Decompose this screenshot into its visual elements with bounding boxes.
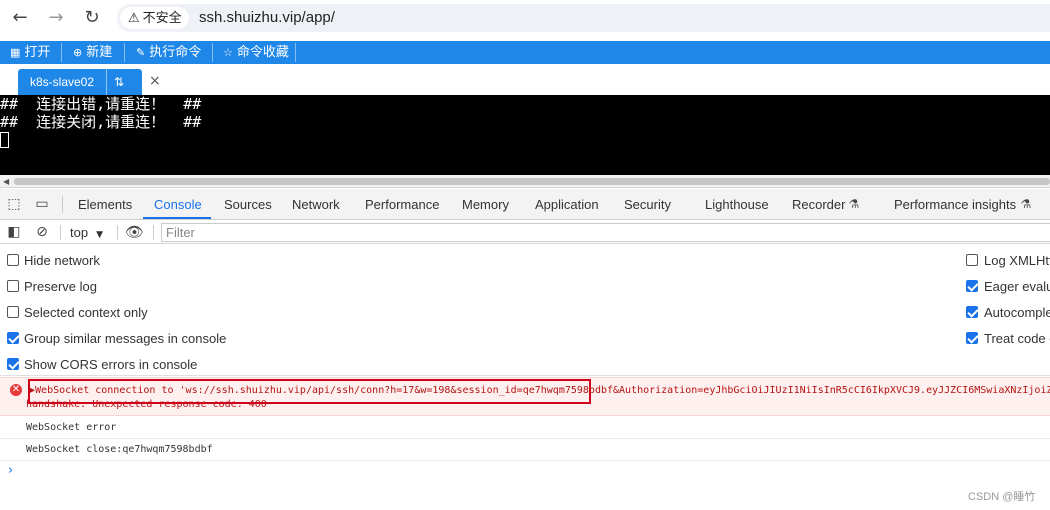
console-prompt-icon[interactable]: ›: [8, 463, 13, 478]
grid-icon: ▦: [10, 46, 21, 59]
dropdown-arrow-icon: ▼: [96, 230, 103, 240]
execute-command-button[interactable]: ✎ 执行命令: [136, 41, 201, 64]
tab-performance[interactable]: Performance: [365, 189, 439, 219]
sort-icon[interactable]: ⇅: [114, 69, 124, 95]
app-toolbar: ▦ 打开 ⊕ 新建 ✎ 执行命令 ☆ 命令收藏: [0, 41, 1050, 64]
watermark: CSDN @睡竹: [968, 491, 1036, 503]
setting-label: Hide network: [24, 253, 100, 268]
tab-console[interactable]: Console: [154, 189, 202, 219]
address-bar[interactable]: ⚠ 不安全 ssh.shuizhu.vip/app/: [117, 4, 1050, 32]
context-selector[interactable]: top ▼: [70, 221, 103, 247]
back-icon[interactable]: ←: [8, 6, 32, 30]
tab-network[interactable]: Network: [292, 189, 340, 219]
browser-toolbar: ← → ↻ ⚠ 不安全 ssh.shuizhu.vip/app/: [0, 0, 1050, 36]
toolbar-divider: [295, 43, 296, 62]
toolbar-divider: [60, 225, 61, 240]
eye-icon[interactable]: 👁: [125, 223, 144, 241]
highlight-box: [28, 379, 591, 404]
security-label: 不安全: [142, 10, 182, 25]
tab-memory[interactable]: Memory: [462, 189, 509, 219]
device-toolbar-icon[interactable]: ▭: [33, 195, 51, 213]
flask-icon: ⚗: [848, 197, 860, 211]
flask-icon: ⚗: [1020, 197, 1032, 211]
setting-label: Log XMLHtt: [984, 253, 1050, 268]
execute-label: 执行命令: [149, 45, 202, 60]
new-label: 新建: [86, 45, 113, 60]
tab-recorder[interactable]: Recorder: [792, 189, 845, 219]
setting-checkbox[interactable]: [966, 280, 978, 292]
console-toolbar: ◧ ⊘ top ▼ 👁 Filter: [0, 221, 1050, 244]
setting-label: Eager evalu: [984, 279, 1050, 294]
tab-divider: [62, 196, 63, 213]
tab-divider: [106, 69, 107, 95]
forward-icon[interactable]: →: [44, 6, 68, 30]
tab-elements[interactable]: Elements: [78, 189, 132, 219]
setting-label: Show CORS errors in console: [24, 357, 198, 372]
terminal-tab[interactable]: k8s-slave02 ⇅: [18, 69, 142, 95]
setting-checkbox[interactable]: [7, 332, 19, 344]
tab-sources[interactable]: Sources: [224, 189, 272, 219]
clear-console-icon[interactable]: ⊘: [33, 223, 51, 241]
setting-checkbox[interactable]: [966, 306, 978, 318]
terminal-tab-bar: k8s-slave02 ⇅ ×: [0, 64, 1050, 95]
toolbar-divider: [124, 43, 125, 62]
favorites-label: 命令收藏: [236, 45, 289, 60]
new-button[interactable]: ⊕ 新建: [73, 41, 112, 64]
setting-checkbox[interactable]: [7, 280, 19, 292]
setting-checkbox[interactable]: [7, 306, 19, 318]
scroll-left-icon[interactable]: ◀: [3, 175, 9, 188]
toolbar-divider: [212, 43, 213, 62]
tab-performance-insights[interactable]: Performance insights: [894, 189, 1016, 219]
edit-icon: ✎: [136, 46, 146, 59]
setting-checkbox[interactable]: [7, 254, 19, 266]
scrollbar-thumb[interactable]: [14, 178, 1050, 185]
inspect-element-icon[interactable]: ⬚: [5, 195, 23, 213]
star-icon: ☆: [223, 46, 233, 59]
horizontal-scrollbar[interactable]: ◀: [0, 175, 1050, 188]
tab-security[interactable]: Security: [624, 189, 671, 219]
open-label: 打开: [24, 45, 51, 60]
console-settings: Hide network Preserve log Selected context…: [0, 245, 1050, 376]
terminal-cursor: [0, 132, 9, 148]
filter-input[interactable]: Filter: [161, 223, 1050, 242]
log-text: WebSocket close:qe7hwqm7598bdbf: [26, 444, 213, 455]
setting-label: Treat code e: [984, 331, 1050, 346]
terminal-screen[interactable]: ## 连接出错,请重连！ ## ## 连接关闭,请重连！ ##: [0, 95, 1050, 175]
toolbar-divider: [153, 225, 154, 240]
setting-checkbox[interactable]: [7, 358, 19, 370]
setting-checkbox[interactable]: [966, 254, 978, 266]
terminal-line: ## 连接出错,请重连！ ##: [0, 95, 202, 113]
setting-label: Autocomple: [984, 305, 1050, 320]
console-error-message: ✕ ▶WebSocket connection to 'ws://ssh.shu…: [0, 377, 1050, 416]
toolbar-divider: [61, 43, 62, 62]
setting-label: Group similar messages in console: [24, 331, 227, 346]
setting-checkbox[interactable]: [966, 332, 978, 344]
setting-label: Selected context only: [24, 305, 148, 320]
sidebar-toggle-icon[interactable]: ◧: [5, 223, 23, 241]
terminal-line: ## 连接关闭,请重连！ ##: [0, 113, 202, 131]
active-tab-indicator: [143, 217, 211, 219]
tab-lighthouse[interactable]: Lighthouse: [705, 189, 769, 219]
plus-circle-icon: ⊕: [73, 46, 83, 59]
tab-application[interactable]: Application: [535, 189, 599, 219]
warning-icon: ⚠: [128, 11, 140, 26]
command-favorites-button[interactable]: ☆ 命令收藏: [223, 41, 289, 64]
open-button[interactable]: ▦ 打开: [10, 41, 50, 64]
log-text: WebSocket error: [26, 422, 117, 433]
toolbar-divider: [117, 225, 118, 240]
url-text[interactable]: ssh.shuizhu.vip/app/: [199, 4, 335, 32]
setting-label: Preserve log: [24, 279, 97, 294]
close-tab-icon[interactable]: ×: [149, 71, 161, 91]
console-log-message: WebSocket error: [0, 417, 1050, 439]
context-label: top: [70, 225, 89, 240]
devtools-tab-bar: ⬚ ▭ Elements Console Sources Network Per…: [0, 189, 1050, 220]
terminal-tab-label: k8s-slave02: [30, 75, 95, 89]
console-log-message: WebSocket close:qe7hwqm7598bdbf: [0, 439, 1050, 461]
reload-icon[interactable]: ↻: [80, 6, 104, 30]
error-icon: ✕: [10, 384, 22, 396]
security-chip[interactable]: ⚠ 不安全: [120, 7, 189, 29]
